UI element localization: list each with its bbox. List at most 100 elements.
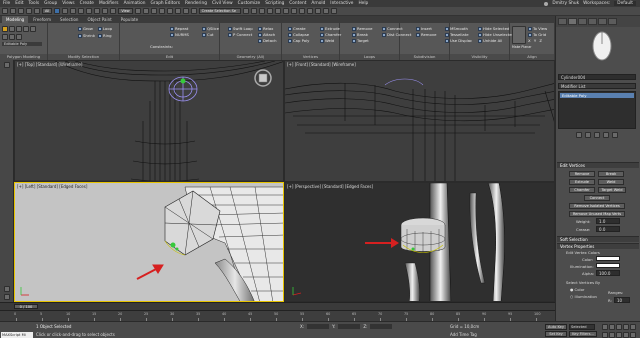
menu-create[interactable]: Create bbox=[80, 1, 94, 6]
extrude-button[interactable]: Extrude bbox=[320, 26, 340, 31]
shrink-button[interactable]: Shrink bbox=[78, 33, 95, 38]
show-end-result-icon[interactable] bbox=[585, 132, 591, 138]
remove-modifier-icon[interactable] bbox=[603, 132, 609, 138]
orbit-icon[interactable] bbox=[623, 332, 629, 338]
pin-stack-icon[interactable] bbox=[576, 132, 582, 138]
menu-graph-editors[interactable]: Graph Editors bbox=[150, 1, 180, 6]
by-color-radio[interactable]: ● Color bbox=[570, 287, 584, 292]
tab-freeform[interactable]: Freeform bbox=[29, 16, 55, 23]
maximize-viewport-icon[interactable] bbox=[630, 332, 636, 338]
chamfer-button[interactable]: Chamfer bbox=[320, 32, 341, 37]
cut-button[interactable]: Cut bbox=[202, 32, 214, 37]
relax-button[interactable]: Relax bbox=[258, 26, 273, 31]
hierarchy-tab-icon[interactable] bbox=[578, 18, 587, 25]
play-icon[interactable] bbox=[616, 324, 622, 330]
align-xyz-buttons[interactable]: X Y Z bbox=[528, 38, 542, 43]
viewport-label[interactable]: [+] [Left] [Standard] [Edged Faces] bbox=[17, 184, 87, 189]
to-grid-button[interactable]: To Grid bbox=[528, 32, 546, 37]
utilities-tab-icon[interactable] bbox=[608, 18, 617, 25]
time-slider[interactable]: 0 / 100 bbox=[0, 302, 555, 310]
redo-icon[interactable] bbox=[10, 8, 16, 14]
go-to-end-icon[interactable] bbox=[630, 324, 636, 330]
workspaces-dropdown[interactable]: Default bbox=[614, 1, 636, 6]
loop-button[interactable]: Loop bbox=[98, 26, 112, 31]
align-icon[interactable] bbox=[250, 8, 257, 14]
remove-isolated-vertices-button[interactable]: Remove Isolated Vertices bbox=[569, 203, 625, 209]
select-object-icon[interactable] bbox=[54, 8, 61, 14]
set-key-button[interactable]: Set Key bbox=[545, 331, 567, 337]
material-editor-icon[interactable] bbox=[298, 8, 305, 14]
rectangle-selection-icon[interactable] bbox=[70, 8, 77, 14]
z-field[interactable] bbox=[370, 324, 393, 329]
menu-edit[interactable]: Edit bbox=[15, 1, 23, 6]
border-mode-icon[interactable] bbox=[16, 26, 22, 32]
render-cloud-icon[interactable] bbox=[330, 8, 337, 14]
viewport-label[interactable]: [+] [Perspective] [Standard] [Edged Face… bbox=[287, 184, 373, 189]
viewport-perspective[interactable]: [+] [Perspective] [Standard] [Edged Face… bbox=[284, 182, 555, 302]
toggle-layer-explorer-icon[interactable] bbox=[266, 8, 273, 14]
alpha-spinner[interactable]: 100.0 bbox=[596, 270, 620, 276]
hide-unselected-button[interactable]: Hide Unselected bbox=[478, 32, 514, 37]
viewport-front[interactable]: [+] [Front] [Standard] [Wireframe] bbox=[284, 60, 555, 182]
menu-tools[interactable]: Tools bbox=[29, 1, 40, 6]
viewport-layout-icon[interactable] bbox=[4, 62, 10, 68]
time-slider-thumb[interactable]: 0 / 100 bbox=[14, 304, 38, 309]
window-crossing-icon[interactable] bbox=[78, 8, 85, 14]
scale-icon[interactable] bbox=[102, 8, 109, 14]
unlink-icon[interactable] bbox=[26, 8, 32, 14]
viewport-left[interactable]: [+] [Left] [Standard] [Edged Faces] bbox=[14, 182, 284, 302]
spinner-snap-icon[interactable] bbox=[182, 8, 189, 14]
viewport-label[interactable]: [+] [Top] [Standard] [Wireframe] bbox=[17, 62, 82, 67]
keyboard-shortcut-icon[interactable] bbox=[150, 8, 157, 14]
menu-scripting[interactable]: Scripting bbox=[265, 1, 284, 6]
weld-vertex-button[interactable]: Weld bbox=[598, 179, 624, 185]
edge-mode-icon[interactable] bbox=[9, 26, 15, 32]
layout-tab-icon[interactable] bbox=[4, 286, 10, 292]
next-frame-icon[interactable] bbox=[623, 324, 629, 330]
move-icon[interactable] bbox=[86, 8, 93, 14]
edit-vertices-rollout[interactable]: Edit Vertices bbox=[557, 162, 639, 168]
attach-button[interactable]: Attach bbox=[258, 32, 275, 37]
toggle-scene-explorer-icon[interactable] bbox=[258, 8, 265, 14]
ring-button[interactable]: Ring bbox=[98, 33, 112, 38]
weight-spinner[interactable]: 1.0 bbox=[596, 218, 620, 224]
bind-space-warp-icon[interactable] bbox=[34, 8, 40, 14]
x-field[interactable] bbox=[307, 324, 330, 329]
menu-customize[interactable]: Customize bbox=[238, 1, 261, 6]
menu-civil-view[interactable]: Civil View bbox=[212, 1, 233, 6]
auto-key-button[interactable]: Auto Key bbox=[545, 324, 567, 330]
soft-selection-rollout[interactable]: Soft Selection bbox=[557, 236, 639, 242]
to-view-button[interactable]: To View bbox=[528, 26, 547, 31]
modify-tab-icon[interactable] bbox=[568, 18, 577, 25]
modifier-list-dropdown[interactable]: Modifier List bbox=[558, 83, 636, 89]
add-time-tag[interactable]: Add Time Tag bbox=[450, 332, 477, 337]
select-manipulate-icon[interactable] bbox=[142, 8, 149, 14]
menu-views[interactable]: Views bbox=[62, 1, 74, 6]
schematic-view-icon[interactable] bbox=[290, 8, 297, 14]
rotate-icon[interactable] bbox=[94, 8, 101, 14]
element-mode-icon[interactable] bbox=[30, 26, 36, 32]
link-icon[interactable] bbox=[18, 8, 24, 14]
motion-tab-icon[interactable] bbox=[588, 18, 597, 25]
previous-frame-icon[interactable] bbox=[609, 324, 615, 330]
r-range-spinner[interactable]: 10 bbox=[614, 297, 630, 303]
vertex-mode-icon[interactable] bbox=[2, 26, 8, 32]
object-type-dropdown[interactable]: Editable Poly bbox=[2, 42, 42, 46]
chamfer-vertex-button[interactable]: Chamfer bbox=[569, 187, 595, 193]
percent-snap-icon[interactable] bbox=[174, 8, 181, 14]
toggle-ribbon-icon[interactable] bbox=[274, 8, 281, 14]
pivot-center-icon[interactable] bbox=[134, 8, 141, 14]
tab-modeling[interactable]: Modeling bbox=[2, 16, 29, 23]
curve-editor-icon[interactable] bbox=[282, 8, 289, 14]
selected-dropdown[interactable]: Selected bbox=[569, 324, 595, 330]
viewport-top[interactable]: [+] [Top] [Standard] [Wireframe] bbox=[14, 60, 284, 182]
hide-selected-button[interactable]: Hide Selected bbox=[478, 26, 509, 31]
repeat-button[interactable]: Repeat bbox=[170, 26, 188, 31]
qslice-button[interactable]: QSlice bbox=[202, 26, 219, 31]
remove-unused-map-verts-button[interactable]: Remove Unused Map Verts bbox=[569, 211, 625, 217]
pan-icon[interactable] bbox=[616, 332, 622, 338]
remove-vertex-button[interactable]: Remove bbox=[569, 171, 595, 177]
connect-vertex-button[interactable]: Connect bbox=[584, 195, 610, 201]
vertex-color-swatch[interactable] bbox=[596, 256, 620, 261]
break-vertex-button[interactable]: Break bbox=[598, 171, 624, 177]
